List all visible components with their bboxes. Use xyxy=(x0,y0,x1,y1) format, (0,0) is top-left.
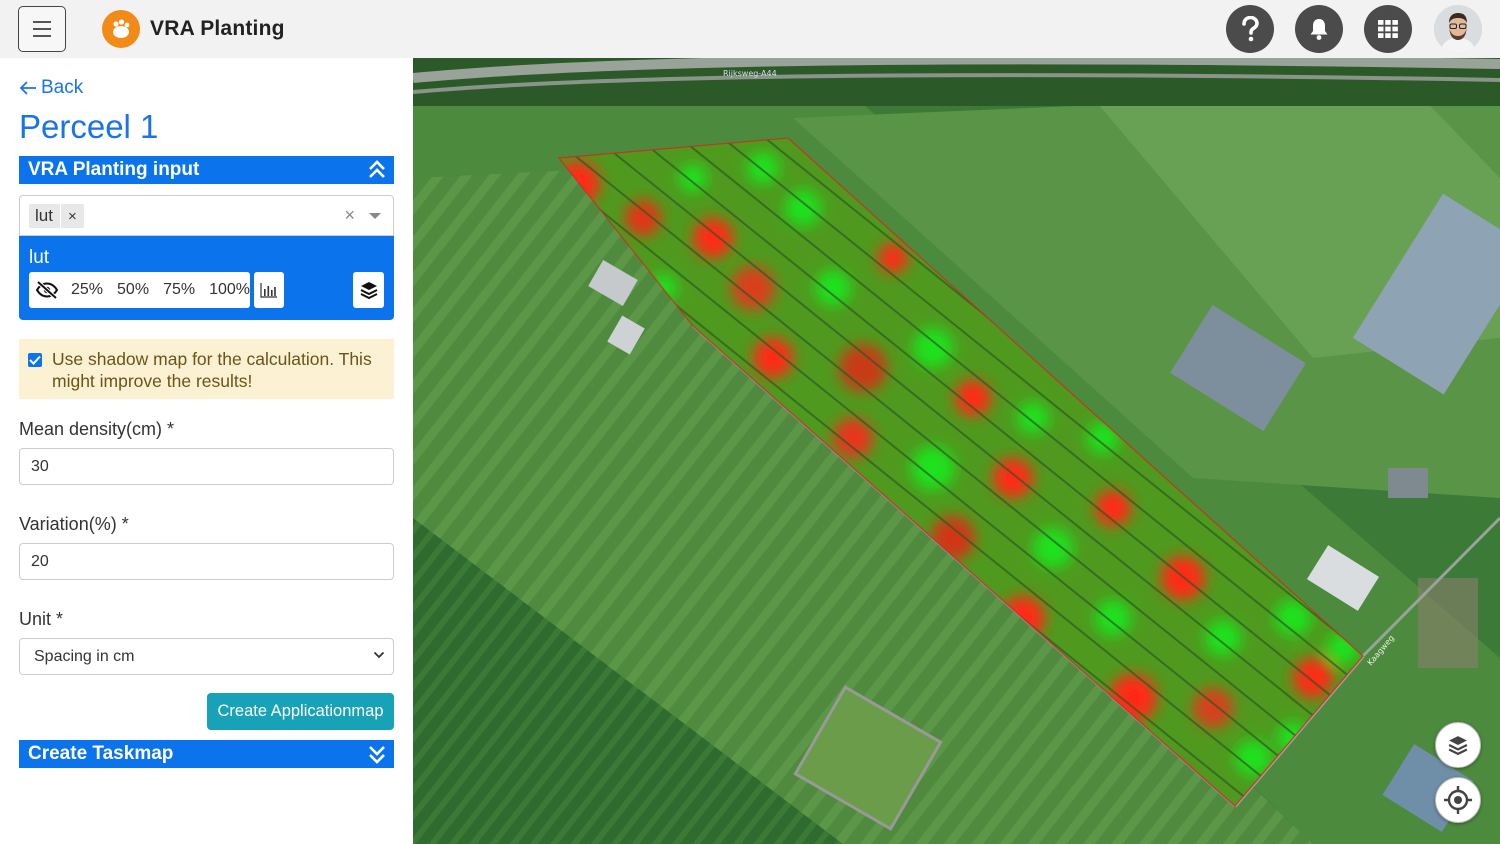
top-bar: VRA Planting xyxy=(0,0,1500,58)
layers-icon xyxy=(360,282,377,299)
chevron-double-down-icon xyxy=(369,746,385,764)
histogram-button[interactable] xyxy=(254,272,284,308)
variation-input[interactable]: 20 xyxy=(19,543,394,580)
unit-label: Unit * xyxy=(19,609,64,629)
clear-selection-icon[interactable]: × xyxy=(344,205,355,226)
back-link[interactable]: Back xyxy=(19,77,83,99)
checkmark-icon xyxy=(29,355,41,365)
side-panel: Back Perceel 1 VRA Planting input lut × … xyxy=(0,58,412,844)
page-title: Perceel 1 xyxy=(19,108,159,145)
back-label: Back xyxy=(41,77,84,98)
help-icon xyxy=(1242,16,1259,42)
layers-icon xyxy=(1448,736,1468,755)
layer-multiselect[interactable]: lut × × xyxy=(19,195,394,236)
opacity-25-button[interactable]: 25% xyxy=(71,281,103,299)
layer-name: lut xyxy=(29,247,50,268)
hamburger-icon xyxy=(33,21,51,23)
logo-icon xyxy=(102,10,140,48)
dropdown-caret-icon[interactable] xyxy=(369,213,381,219)
vra-input-section-header[interactable]: VRA Planting input xyxy=(19,156,394,184)
app-title: VRA Planting xyxy=(150,17,285,40)
unit-select[interactable]: Spacing in cm xyxy=(19,638,394,675)
opacity-control: 25% 50% 75% 100% xyxy=(29,272,250,308)
arrow-left-icon xyxy=(19,81,36,95)
selected-layer-chip: lut × xyxy=(29,204,84,228)
opacity-100-button[interactable]: 100% xyxy=(209,281,250,299)
bar-chart-icon xyxy=(260,283,277,298)
variation-label: Variation(%) * xyxy=(19,514,129,534)
chevron-down-icon xyxy=(373,651,385,659)
hamburger-icon-line xyxy=(33,35,51,37)
hamburger-menu-button[interactable] xyxy=(18,6,66,52)
notifications-button[interactable] xyxy=(1295,5,1343,53)
bell-icon xyxy=(1310,19,1328,40)
chevron-double-up-icon xyxy=(369,160,385,178)
layer-card: lut 25% 50% 75% 100% xyxy=(19,236,394,320)
road-label: Rijksweg-A44 xyxy=(723,69,777,78)
opacity-75-button[interactable]: 75% xyxy=(163,281,195,299)
eye-slash-icon[interactable] xyxy=(35,281,59,299)
hamburger-icon-line xyxy=(33,28,51,30)
layer-order-button[interactable] xyxy=(353,272,384,308)
create-applicationmap-button[interactable]: Create Applicationmap xyxy=(207,693,394,730)
chip-label: lut xyxy=(29,204,61,228)
map-imagery: Rijksweg-A44 Kaagweg xyxy=(413,58,1500,844)
apps-grid-icon xyxy=(1378,20,1398,38)
locate-icon xyxy=(1444,786,1472,814)
section-label: Create Taskmap xyxy=(28,743,174,764)
help-button[interactable] xyxy=(1226,5,1274,53)
chip-remove-icon[interactable]: × xyxy=(61,208,84,225)
shadow-map-notice: Use shadow map for the calculation. This… xyxy=(19,339,394,399)
user-avatar[interactable] xyxy=(1434,5,1482,53)
opacity-50-button[interactable]: 50% xyxy=(117,281,149,299)
shadow-map-label: Use shadow map for the calculation. This… xyxy=(52,349,372,391)
apps-button[interactable] xyxy=(1364,5,1412,53)
section-label: VRA Planting input xyxy=(28,159,200,180)
mean-density-input[interactable]: 30 xyxy=(19,448,394,485)
unit-selected-value: Spacing in cm xyxy=(34,648,135,665)
shadow-map-checkbox[interactable] xyxy=(28,353,42,367)
mean-density-label: Mean density(cm) * xyxy=(19,419,175,439)
create-taskmap-section-header[interactable]: Create Taskmap xyxy=(19,740,394,768)
locate-me-button[interactable] xyxy=(1435,777,1481,823)
map-layers-button[interactable] xyxy=(1435,722,1481,768)
satellite-map[interactable]: Rijksweg-A44 Kaagweg xyxy=(413,58,1500,844)
